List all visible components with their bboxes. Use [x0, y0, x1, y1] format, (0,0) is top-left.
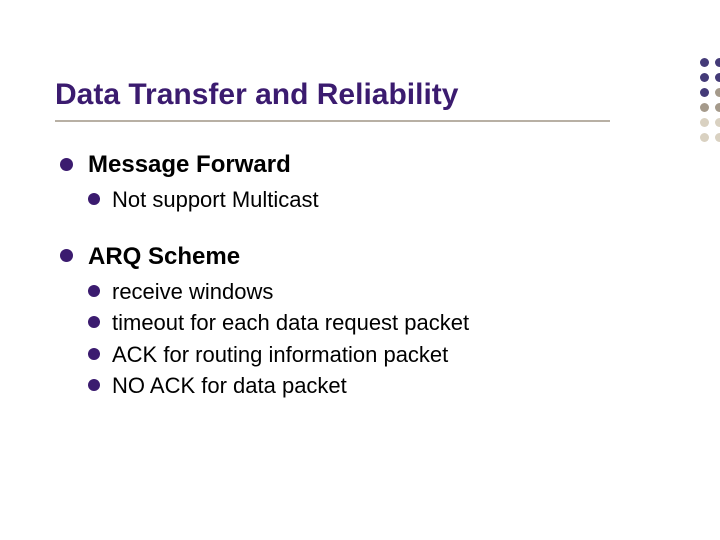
- list-item: receive windows: [88, 278, 640, 306]
- dot-icon: [700, 58, 709, 67]
- list-item: Not support Multicast: [88, 186, 640, 214]
- list-item: timeout for each data request packet: [88, 309, 640, 337]
- spacer: [60, 218, 640, 242]
- title-underline: [55, 120, 610, 122]
- content-body: Message Forward Not support Multicast AR…: [60, 150, 640, 404]
- slide-title: Data Transfer and Reliability: [55, 78, 458, 112]
- dot-icon: [700, 73, 709, 82]
- dot-icon: [715, 58, 720, 67]
- dot-icon: [700, 133, 709, 142]
- dot-icon: [715, 133, 720, 142]
- dot-icon: [715, 103, 720, 112]
- dot-icon: [700, 103, 709, 112]
- dot-icon: [700, 118, 709, 127]
- dot-icon: [715, 73, 720, 82]
- slide: Data Transfer and Reliability Message Fo…: [0, 0, 720, 540]
- list-item: NO ACK for data packet: [88, 372, 640, 400]
- list-item: ACK for routing information packet: [88, 341, 640, 369]
- section-heading: ARQ Scheme: [60, 242, 640, 272]
- dot-icon: [715, 88, 720, 97]
- dot-icon: [715, 118, 720, 127]
- dot-icon: [700, 88, 709, 97]
- section-heading: Message Forward: [60, 150, 640, 180]
